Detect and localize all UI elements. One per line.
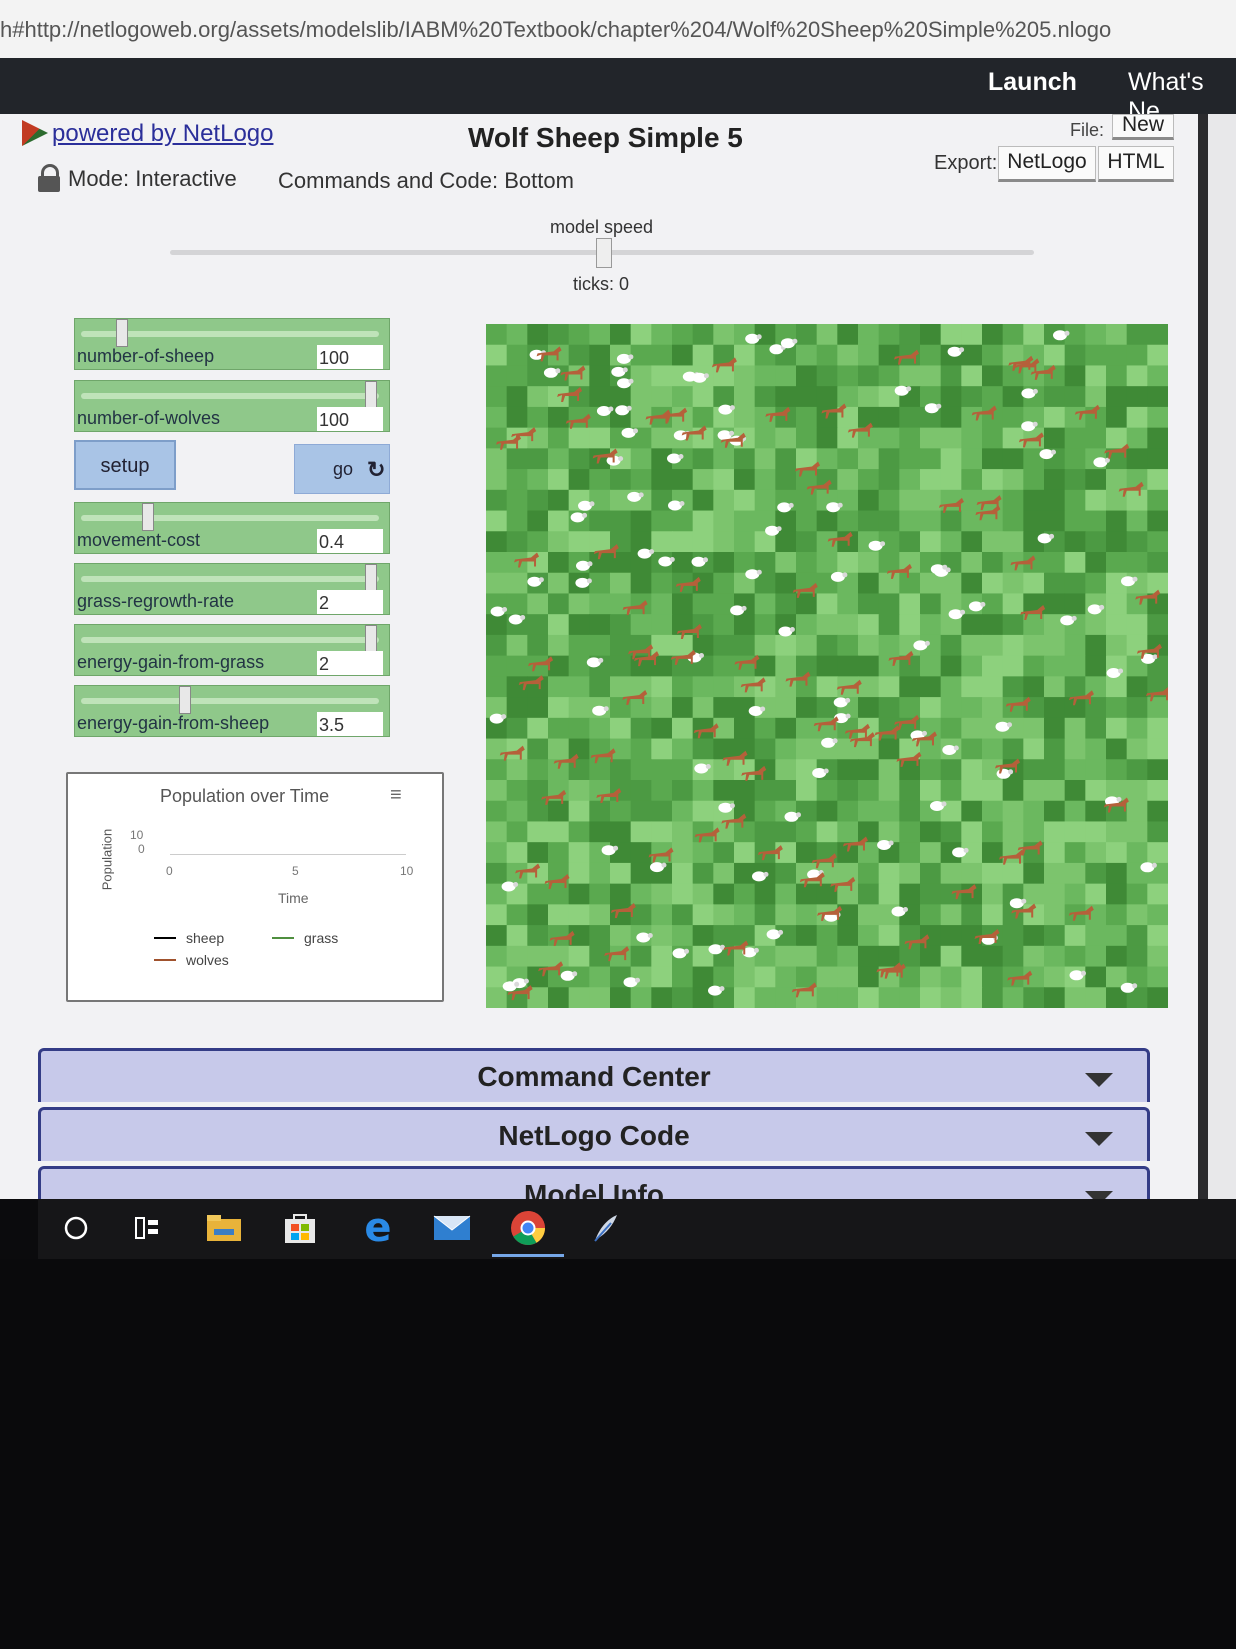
plot-x-tick: 5 xyxy=(292,864,299,878)
screen-bezel xyxy=(0,1259,1236,1649)
file-explorer-icon[interactable] xyxy=(204,1208,244,1248)
export-netlogo-button[interactable]: NetLogo xyxy=(998,146,1096,182)
model-speed-label: model speed xyxy=(550,217,654,237)
window-border xyxy=(1198,114,1208,1199)
slider-label: energy-gain-from-sheep xyxy=(77,713,270,733)
slider-thumb[interactable] xyxy=(365,564,377,592)
model-speed-thumb[interactable] xyxy=(596,238,612,268)
address-bar[interactable]: h#http://netlogoweb.org/assets/modelslib… xyxy=(0,0,1236,58)
model-title: Wolf Sheep Simple 5 xyxy=(468,122,743,153)
population-plot: Population over Time ≡ Population 10 0 0… xyxy=(66,772,444,1002)
export-html-button[interactable]: HTML xyxy=(1098,146,1174,182)
slider-label: grass-regrowth-rate xyxy=(77,591,235,611)
setup-button[interactable]: setup xyxy=(74,440,176,490)
slider-thumb[interactable] xyxy=(179,686,192,714)
command-center-toggle[interactable]: Command Center xyxy=(38,1048,1150,1102)
slider-label: movement-cost xyxy=(77,530,201,550)
slider-value[interactable]: 3.5 xyxy=(317,712,383,736)
netlogo-code-label: NetLogo Code xyxy=(498,1120,690,1151)
task-view-icon[interactable] xyxy=(128,1208,168,1248)
slider-thumb[interactable] xyxy=(365,381,377,409)
slider-track[interactable] xyxy=(81,637,379,643)
url-text: h#http://netlogoweb.org/assets/modelslib… xyxy=(0,17,1112,42)
ticks-counter: ticks: 0 xyxy=(573,274,630,294)
legend-grass: grass xyxy=(272,930,338,946)
powered-by-link[interactable]: powered by NetLogo xyxy=(22,120,273,148)
mode-toggle[interactable]: Mode: Interactive xyxy=(38,164,237,192)
slider-track[interactable] xyxy=(81,698,379,704)
lock-icon[interactable] xyxy=(38,164,60,192)
commands-position-select[interactable]: Commands and Code: Bottom xyxy=(278,168,574,194)
chevron-down-icon xyxy=(1085,1132,1113,1146)
plot-x-tick: 0 xyxy=(166,864,173,878)
netlogo-logo-icon xyxy=(22,120,48,146)
slider-thumb[interactable] xyxy=(141,503,154,531)
slider-value[interactable]: 0.4 xyxy=(317,529,383,553)
site-nav: Launch What's Ne xyxy=(0,58,1236,125)
new-button[interactable]: New xyxy=(1112,114,1174,140)
legend-swatch xyxy=(154,959,176,961)
launch-link[interactable]: Launch xyxy=(988,68,1077,97)
slider-track[interactable] xyxy=(81,515,379,521)
netlogo-page: powered by NetLogo Wolf Sheep Simple 5 F… xyxy=(0,114,1205,1199)
slider-label: number-of-wolves xyxy=(77,408,221,428)
plot-y-tick: 0 xyxy=(138,842,145,856)
slider-value[interactable]: 100 xyxy=(317,407,383,431)
plot-x-label: Time xyxy=(278,890,309,906)
file-label: File: xyxy=(1070,120,1105,140)
slider-energy-gain-from-sheep[interactable]: energy-gain-from-sheep 3.5 xyxy=(74,685,390,737)
model-info-label: Model Info xyxy=(524,1179,664,1199)
plot-x-axis xyxy=(170,854,406,855)
slider-energy-gain-from-grass[interactable]: energy-gain-from-grass 2 xyxy=(74,624,390,676)
go-button[interactable]: go ↻ xyxy=(294,444,390,494)
plot-y-tick: 10 xyxy=(130,828,144,842)
feather-app-icon[interactable] xyxy=(584,1208,624,1248)
legend-swatch xyxy=(272,937,294,939)
slider-label: number-of-sheep xyxy=(77,346,215,366)
store-icon[interactable] xyxy=(280,1208,320,1248)
active-app-indicator xyxy=(492,1254,564,1257)
legend-swatch xyxy=(154,937,176,939)
edge-icon[interactable]: e xyxy=(358,1205,398,1251)
chevron-down-icon xyxy=(1085,1073,1113,1087)
slider-track[interactable] xyxy=(81,576,379,582)
slider-label: energy-gain-from-grass xyxy=(77,652,265,672)
mail-icon[interactable] xyxy=(432,1208,472,1248)
plot-menu-icon[interactable]: ≡ xyxy=(390,784,402,807)
slider-value[interactable]: 2 xyxy=(317,651,383,675)
slider-thumb[interactable] xyxy=(116,319,129,347)
command-center-label: Command Center xyxy=(477,1061,711,1092)
slider-number-of-sheep[interactable]: number-of-sheep 100 xyxy=(74,318,390,370)
go-label: go xyxy=(333,459,354,479)
chrome-icon[interactable] xyxy=(508,1208,548,1248)
slider-number-of-wolves[interactable]: number-of-wolves 100 xyxy=(74,380,390,432)
world-view[interactable] xyxy=(486,324,1168,1008)
export-label: Export: xyxy=(934,152,998,174)
mode-label: Mode: Interactive xyxy=(68,166,237,191)
plot-x-tick: 10 xyxy=(400,864,414,878)
plot-y-label: Population xyxy=(99,828,115,891)
model-info-toggle[interactable]: Model Info xyxy=(38,1166,1150,1199)
plot-title: Population over Time xyxy=(160,786,330,806)
chevron-down-icon xyxy=(1085,1191,1113,1199)
slider-value[interactable]: 2 xyxy=(317,590,383,614)
legend-wolves: wolves xyxy=(154,952,229,968)
slider-movement-cost[interactable]: movement-cost 0.4 xyxy=(74,502,390,554)
slider-track[interactable] xyxy=(81,393,379,399)
cortana-search-icon[interactable] xyxy=(56,1208,96,1248)
slider-thumb[interactable] xyxy=(365,625,377,653)
netlogo-code-toggle[interactable]: NetLogo Code xyxy=(38,1107,1150,1161)
refresh-icon: ↻ xyxy=(367,457,386,482)
legend-sheep: sheep xyxy=(154,930,224,946)
window-edge xyxy=(1208,114,1236,1199)
slider-value[interactable]: 100 xyxy=(317,345,383,369)
slider-grass-regrowth-rate[interactable]: grass-regrowth-rate 2 xyxy=(74,563,390,615)
